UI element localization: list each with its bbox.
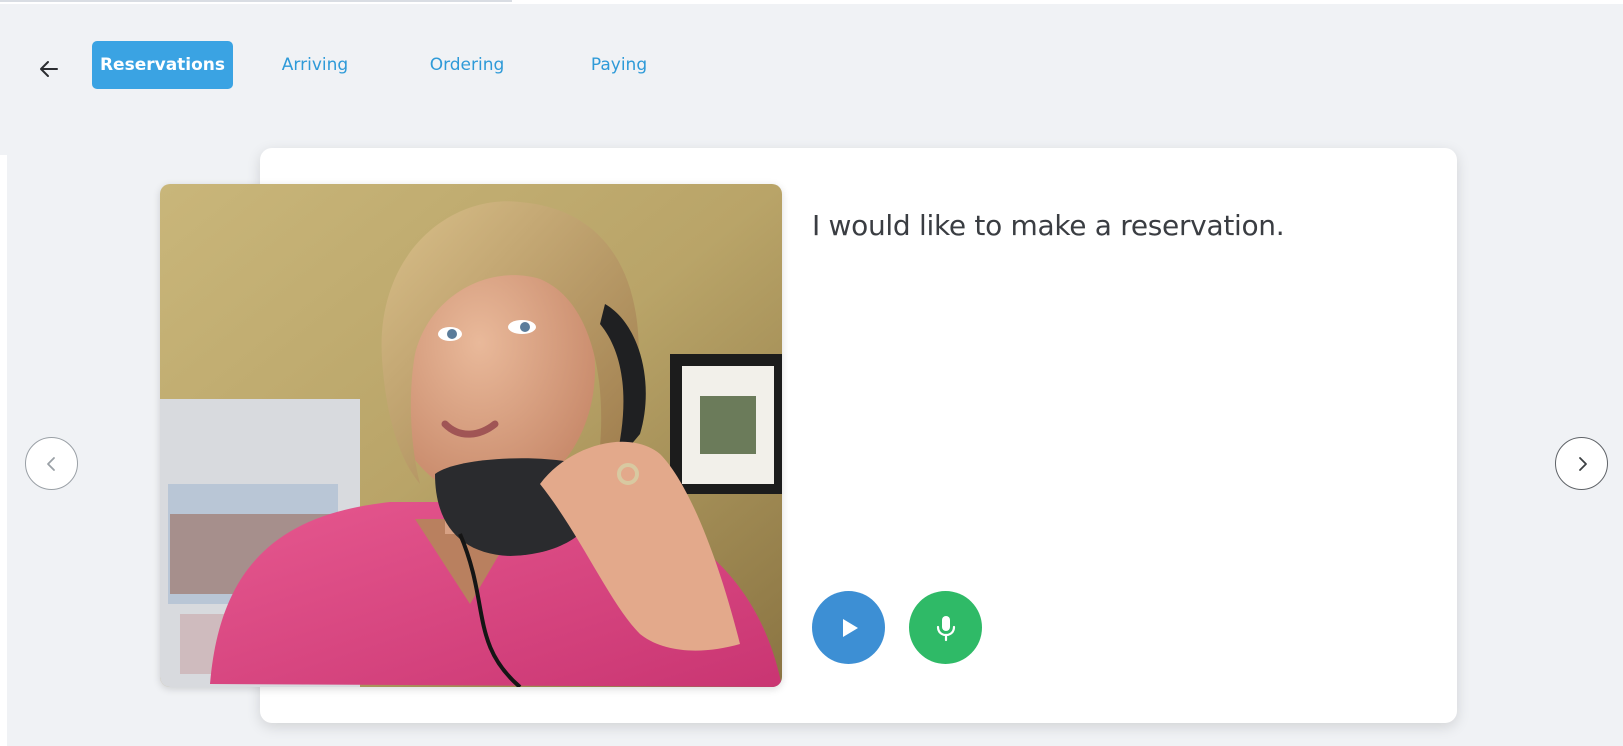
chevron-right-icon <box>1578 456 1587 471</box>
tab-ordering[interactable]: Ordering <box>420 41 514 89</box>
phrase-text: I would like to make a reservation. <box>812 209 1285 242</box>
phrase-photo <box>160 184 782 687</box>
chevron-left-icon <box>46 456 55 471</box>
top-navigation: Reservations Arriving Ordering Paying <box>0 4 1623 155</box>
arrow-left-icon <box>40 61 58 77</box>
play-button[interactable] <box>812 591 885 664</box>
previous-button[interactable] <box>25 437 78 490</box>
back-button[interactable] <box>32 52 66 86</box>
next-button[interactable] <box>1555 437 1608 490</box>
left-edge <box>0 155 7 746</box>
microphone-icon <box>936 615 955 641</box>
top-strip-accent <box>0 0 512 2</box>
microphone-button[interactable] <box>909 591 982 664</box>
tab-reservations[interactable]: Reservations <box>92 41 233 89</box>
tab-paying[interactable]: Paying <box>576 41 662 89</box>
tab-arriving[interactable]: Arriving <box>268 41 362 89</box>
play-icon <box>842 618 858 637</box>
